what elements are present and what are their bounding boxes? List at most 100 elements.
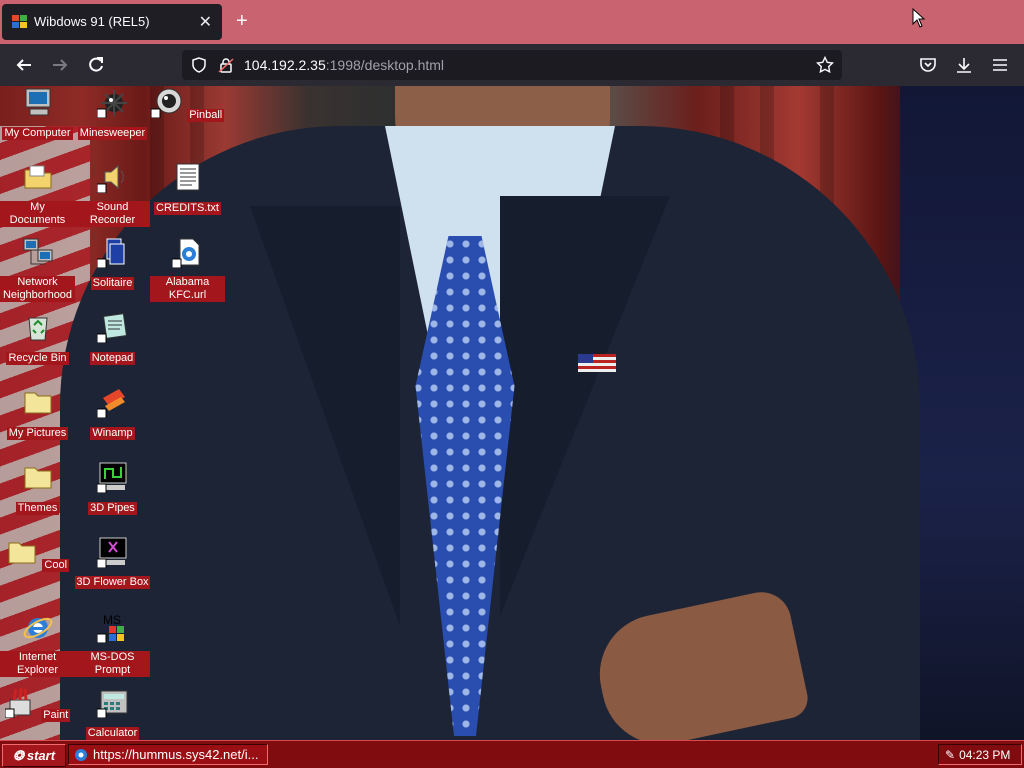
windows-logo-icon: [12, 15, 27, 28]
lapel-right: [500, 196, 670, 616]
flag-pin: [578, 354, 616, 372]
desktop-icon-credits-txt[interactable]: CREDITS.txt: [150, 161, 225, 216]
icon-label: Themes: [15, 502, 60, 515]
desktop-icon-my-computer[interactable]: My Computer: [0, 86, 75, 141]
icon-label: Paint: [41, 709, 71, 722]
folder-icon: [24, 165, 51, 189]
notepad-icon: [96, 313, 127, 344]
url-path: :1998/desktop.html: [325, 57, 445, 73]
pocket-icon: [920, 58, 936, 72]
icon-label: Notepad: [89, 352, 136, 365]
icon-label: My Documents: [0, 201, 75, 227]
shield-icon[interactable]: [191, 57, 207, 73]
arrow-left-icon: [16, 59, 31, 71]
clock[interactable]: 04:23 PM: [959, 748, 1010, 762]
new-tab-button[interactable]: +: [236, 10, 248, 32]
computer-icon: [25, 88, 50, 116]
cards-icon: [96, 238, 124, 269]
url-bar[interactable]: 104.192.2.35:1998/desktop.html: [182, 50, 842, 80]
back-button[interactable]: [12, 53, 36, 77]
desktop-icon-3d-flower-box[interactable]: 3D Flower Box: [75, 536, 150, 589]
reload-button[interactable]: [84, 53, 108, 77]
desktop-icon-recycle-bin[interactable]: Recycle Bin: [0, 311, 75, 366]
desktop-icon-solitaire[interactable]: Solitaire: [75, 236, 150, 291]
network-icon: [23, 238, 52, 265]
desktop-icon-themes[interactable]: Themes: [0, 461, 75, 516]
desktop-icon-cool[interactable]: Cool: [0, 536, 75, 573]
icon-label: CREDITS.txt: [154, 202, 221, 215]
desktop-icon-winamp[interactable]: Winamp: [75, 386, 150, 441]
svg-text:MS: MS: [103, 613, 121, 627]
desktop-icon-ms-dos-prompt[interactable]: MS MS-DOS Prompt: [75, 611, 150, 677]
hamburger-menu-icon: [993, 59, 1007, 71]
desktop-icon-pinball[interactable]: Pinball: [150, 86, 225, 123]
taskbar: ❂ start https://hummus.sys42.net/i... ✎ …: [0, 740, 1024, 768]
icon-label: Internet Explorer: [0, 651, 75, 677]
icon-label: My Pictures: [6, 427, 69, 440]
msdos-icon: MS: [96, 613, 124, 644]
forward-button[interactable]: [48, 53, 72, 77]
desktop-icon-internet-explorer[interactable]: Internet Explorer: [0, 611, 75, 677]
icon-label: Calculator: [85, 727, 140, 740]
icon-label: My Computer: [2, 127, 73, 140]
ie-icon: [23, 617, 52, 639]
mine-icon: [96, 90, 127, 119]
icon-label: Recycle Bin: [6, 352, 69, 365]
paint-icon: [4, 687, 31, 719]
pinball-icon: [150, 88, 182, 119]
lock-insecure-icon[interactable]: [218, 57, 234, 73]
desktop-icon-network-neighborhood[interactable]: Network Neighborhood: [0, 236, 75, 302]
icon-label: 3D Flower Box: [75, 576, 150, 589]
taskbar-item-browser[interactable]: https://hummus.sys42.net/i...: [68, 744, 268, 765]
winamp-icon: [96, 389, 125, 419]
icon-label: MS-DOS Prompt: [75, 651, 150, 677]
reload-icon: [89, 57, 103, 72]
calculator-icon: [96, 690, 127, 719]
menu-button[interactable]: [988, 53, 1012, 77]
desktop-icon-my-pictures[interactable]: My Pictures: [0, 386, 75, 441]
folder-icon: [8, 542, 36, 564]
url-icon: [171, 238, 199, 269]
icon-label: Solitaire: [90, 277, 135, 290]
icon-label: 3D Pipes: [88, 502, 137, 515]
desktop[interactable]: My Computer My Documents Network Neighbo…: [0, 86, 1024, 740]
text-file-icon: [176, 163, 199, 191]
browser-tab-strip: Wibdows 91 (REL5) ✕ +: [0, 0, 1024, 44]
desktop-icon-notepad[interactable]: Notepad: [75, 311, 150, 366]
desktop-icon-paint[interactable]: Paint: [0, 686, 75, 723]
url-text[interactable]: 104.192.2.35:1998/desktop.html: [244, 57, 444, 73]
tray-pencil-icon[interactable]: ✎: [945, 748, 955, 762]
browser-toolbar: 104.192.2.35:1998/desktop.html: [0, 44, 1024, 86]
icon-label: Network Neighborhood: [0, 276, 75, 302]
pocket-button[interactable]: [916, 53, 940, 77]
start-button[interactable]: ❂ start: [2, 744, 66, 767]
folder-icon: [24, 467, 51, 489]
lapel-left: [250, 206, 400, 626]
mouse-cursor-icon: [912, 8, 926, 28]
tab-close-icon[interactable]: ✕: [199, 12, 212, 32]
desktop-icon-sound-recorder[interactable]: Sound Recorder: [75, 161, 150, 227]
bookmark-star-icon[interactable]: [816, 56, 834, 74]
speaker-icon: [96, 164, 124, 194]
desktop-icon-minesweeper[interactable]: Minesweeper: [75, 86, 150, 141]
icon-label: Sound Recorder: [75, 201, 150, 227]
system-tray: ✎ 04:23 PM: [938, 744, 1022, 765]
icon-label: Cool: [42, 559, 70, 572]
browser-tab[interactable]: Wibdows 91 (REL5) ✕: [2, 4, 222, 40]
ie-icon: [75, 748, 87, 761]
downloads-button[interactable]: [952, 53, 976, 77]
download-icon: [957, 58, 971, 73]
url-host: 104.192.2.35: [244, 57, 326, 73]
start-label: start: [26, 748, 56, 763]
desktop-icon-alabama-kfc[interactable]: Alabama KFC.url: [150, 236, 225, 302]
screensaver-icon: [96, 537, 126, 569]
tab-title: Wibdows 91 (REL5): [34, 14, 150, 29]
icon-label: Winamp: [90, 427, 135, 440]
icon-label: Alabama KFC.url: [150, 276, 225, 302]
desktop-icon-3d-pipes[interactable]: 3D Pipes: [75, 461, 150, 516]
desktop-icon-my-documents[interactable]: My Documents: [0, 161, 75, 228]
desktop-icon-calculator[interactable]: Calculator: [75, 686, 150, 740]
folder-icon: [24, 392, 51, 414]
icon-label: Minesweeper: [77, 127, 148, 140]
taskbar-item-label: https://hummus.sys42.net/i...: [93, 747, 259, 762]
